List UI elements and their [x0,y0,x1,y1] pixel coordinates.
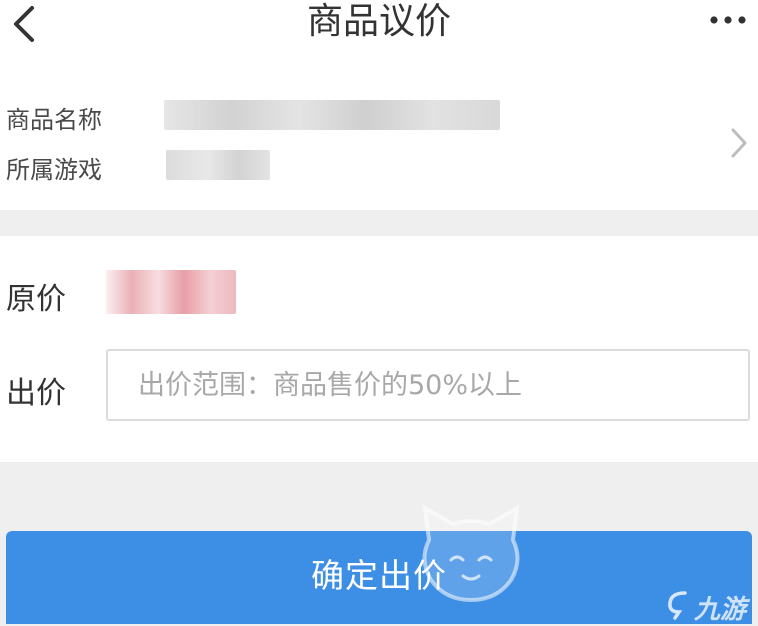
original-price-label: 原价 [6,282,66,317]
chevron-right-icon [731,128,747,158]
offer-price-input[interactable] [106,349,750,421]
original-price-value [106,270,236,314]
game-value [166,150,270,180]
top-navigation-bar: 商品议价 [0,0,758,60]
page-title: 商品议价 [306,1,451,42]
pricing-section: 原价 出价 [0,236,758,462]
product-name-label: 商品名称 [6,106,102,134]
game-label: 所属游戏 [6,156,102,184]
product-name-value [164,100,500,130]
more-horizontal-icon[interactable] [706,6,750,34]
confirm-offer-button[interactable]: 确定出价 [6,531,752,624]
offer-label: 出价 [6,376,66,411]
brand-watermark-text: 九游 [694,595,747,625]
product-info-row[interactable]: 商品名称 所属游戏 [0,60,758,210]
